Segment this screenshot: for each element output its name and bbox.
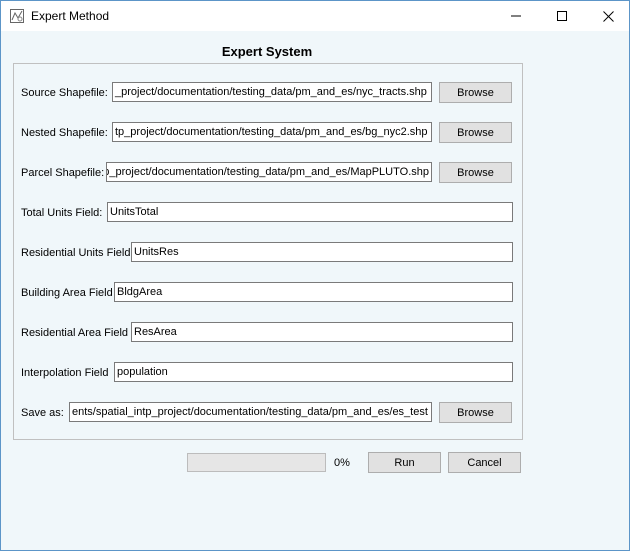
maximize-button[interactable]: [539, 1, 585, 31]
title-bar[interactable]: Expert Method: [1, 1, 629, 31]
progress-bar: [187, 453, 326, 472]
expert-method-window: Expert Method Expert System Source Shape…: [0, 0, 630, 551]
building-area-label: Building Area Field: [21, 287, 113, 299]
parcel-shapefile-label: Parcel Shapefile:: [21, 167, 105, 179]
parcel-browse-button[interactable]: Browse: [439, 162, 512, 183]
page-title: Expert System: [221, 44, 313, 59]
source-shapefile-input[interactable]: _project/documentation/testing_data/pm_a…: [112, 82, 432, 102]
save-as-label: Save as:: [21, 407, 64, 419]
cancel-button[interactable]: Cancel: [448, 452, 521, 473]
nested-shapefile-label: Nested Shapefile:: [21, 127, 108, 139]
parcel-shapefile-input[interactable]: p_project/documentation/testing_data/pm_…: [106, 162, 432, 182]
close-button[interactable]: [585, 1, 630, 31]
residential-area-label: Residential Area Field: [21, 327, 129, 339]
interpolation-input[interactable]: population: [114, 362, 513, 382]
client-area: Expert System Source Shapefile: _project…: [1, 31, 629, 550]
source-shapefile-label: Source Shapefile:: [21, 87, 108, 99]
residential-units-input[interactable]: UnitsRes: [131, 242, 513, 262]
building-area-input[interactable]: BldgArea: [114, 282, 513, 302]
close-icon: [602, 10, 614, 22]
total-units-input[interactable]: UnitsTotal: [107, 202, 513, 222]
nested-browse-button[interactable]: Browse: [439, 122, 512, 143]
progress-percent: 0%: [334, 457, 350, 469]
save-as-input[interactable]: ents/spatial_intp_project/documentation/…: [69, 402, 432, 422]
save-as-browse-button[interactable]: Browse: [439, 402, 512, 423]
minimize-button[interactable]: [493, 1, 539, 31]
app-icon: [9, 8, 25, 24]
run-button[interactable]: Run: [368, 452, 441, 473]
source-browse-button[interactable]: Browse: [439, 82, 512, 103]
nested-shapefile-input[interactable]: tp_project/documentation/testing_data/pm…: [112, 122, 432, 142]
interpolation-label: Interpolation Field: [21, 367, 109, 379]
residential-area-input[interactable]: ResArea: [131, 322, 513, 342]
minimize-icon: [511, 15, 521, 17]
residential-units-label: Residential Units Field: [21, 247, 131, 259]
maximize-icon: [557, 11, 567, 21]
total-units-label: Total Units Field:: [21, 207, 103, 219]
window-title: Expert Method: [31, 9, 110, 23]
